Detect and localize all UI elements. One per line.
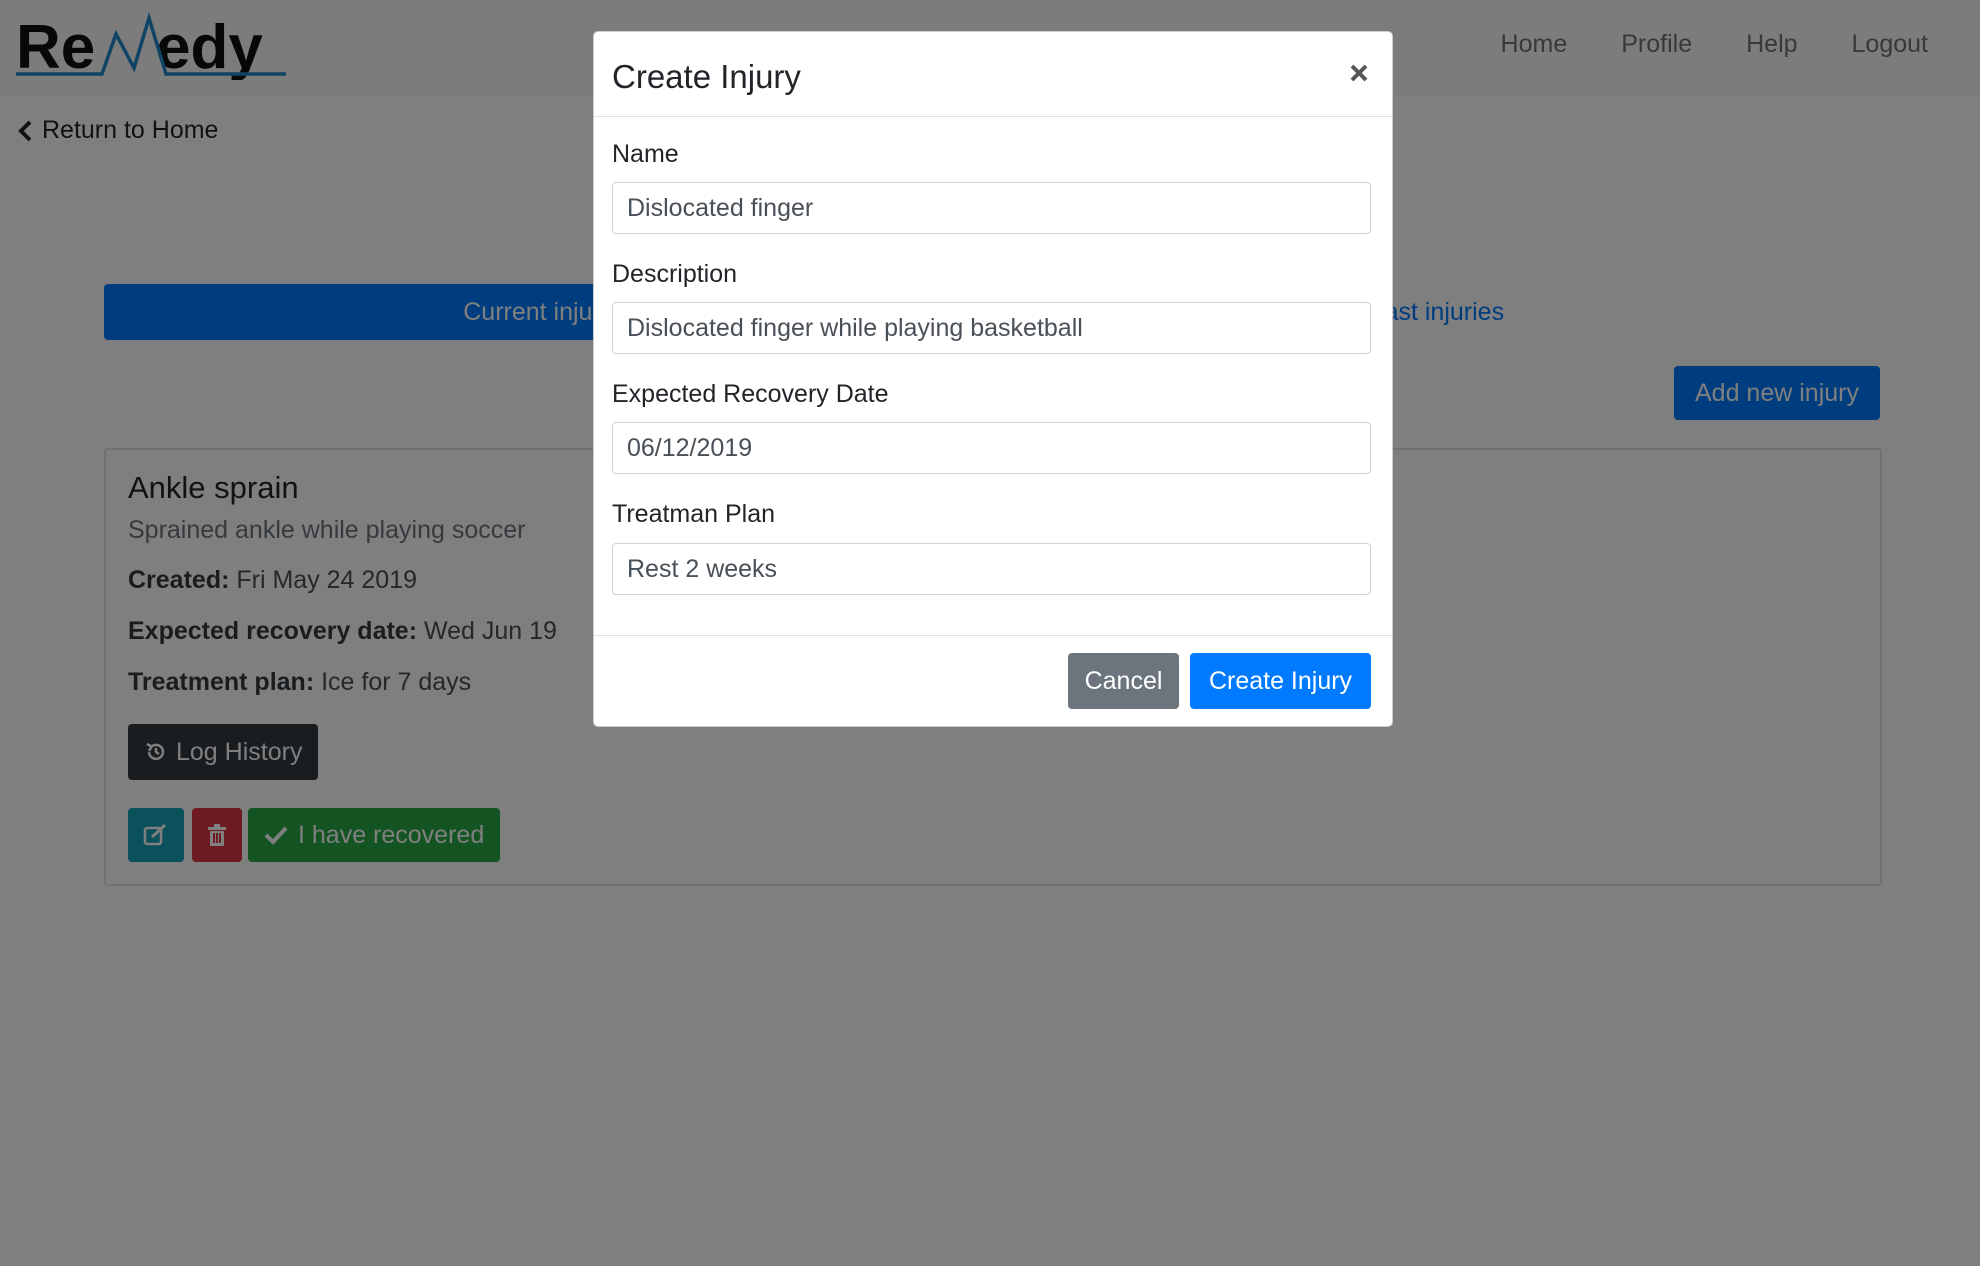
modal-title: Create Injury: [612, 58, 801, 95]
recovery-date-label: Expected Recovery Date: [612, 380, 889, 408]
description-label: Description: [612, 260, 738, 288]
create-injury-modal: Create Injury Name Description Expected …: [593, 31, 1393, 727]
description-input[interactable]: [612, 302, 1371, 354]
treatment-input[interactable]: [612, 543, 1371, 595]
name-label: Name: [612, 140, 679, 168]
cancel-button[interactable]: Cancel: [1068, 653, 1179, 709]
close-icon[interactable]: [1344, 58, 1374, 88]
page: Re edy Home Profile Help Logout Return t…: [0, 0, 1980, 1266]
name-input[interactable]: [612, 182, 1371, 234]
modal-footer: Cancel Create Injury: [594, 635, 1392, 726]
recovery-date-input[interactable]: [612, 422, 1371, 474]
modal-header: Create Injury: [594, 32, 1392, 117]
create-injury-button[interactable]: Create Injury: [1190, 653, 1371, 709]
treatment-label: Treatman Plan: [612, 500, 776, 528]
